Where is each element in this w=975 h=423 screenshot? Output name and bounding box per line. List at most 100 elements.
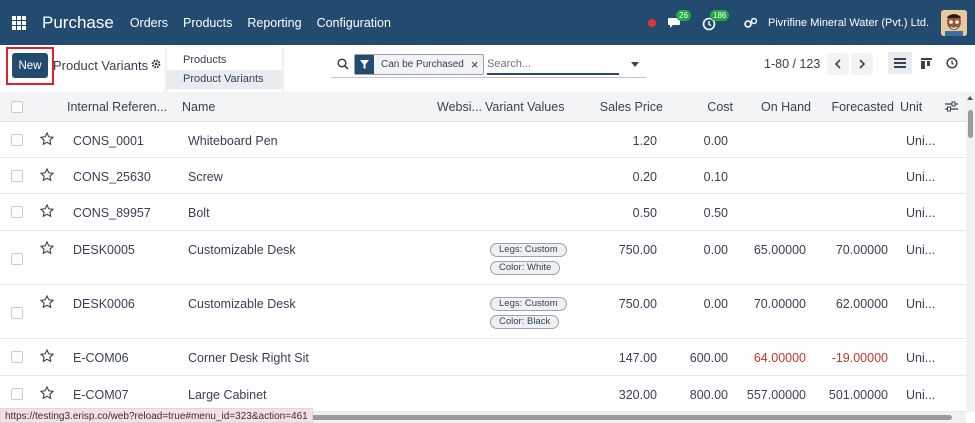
column-internal-reference[interactable]: Internal Referen...	[67, 100, 167, 114]
horizontal-scrollbar-thumb[interactable]	[292, 415, 952, 420]
row-checkbox[interactable]	[11, 206, 23, 218]
new-button-highlight	[6, 47, 54, 85]
company-name[interactable]: Pivrifine Mineral Water (Pvt.) Ltd.	[768, 17, 929, 29]
favorite-star-icon[interactable]	[40, 241, 54, 255]
select-all-checkbox[interactable]	[11, 101, 23, 113]
table-row[interactable]: CONS_25630 Screw 0.20 0.10 Uni...	[0, 158, 966, 194]
cell-on-hand: 64.00000	[753, 351, 806, 365]
cell-on-hand: 557.00000	[746, 388, 806, 402]
search-input-underline	[487, 73, 619, 75]
activity-view-button[interactable]	[940, 52, 964, 74]
cell-forecasted: -19.00000	[831, 351, 888, 365]
variant-value-tag: Color: Black	[490, 315, 560, 329]
pager-previous-button[interactable]	[827, 53, 849, 75]
dropdown-item-products[interactable]: Products	[167, 51, 282, 70]
menu-configuration[interactable]: Configuration	[317, 16, 391, 30]
kanban-view-icon	[920, 57, 932, 69]
kanban-view-button[interactable]	[914, 52, 938, 74]
column-sales-price[interactable]: Sales Price	[600, 100, 663, 114]
table-row[interactable]: CONS_89957 Bolt 0.50 0.50 Uni...	[0, 194, 966, 231]
company-switch-icon[interactable]	[744, 17, 758, 29]
user-avatar[interactable]	[941, 9, 967, 36]
cell-internal-reference: CONS_0001	[73, 134, 144, 148]
menu-orders[interactable]: Orders	[130, 16, 168, 30]
column-unit[interactable]: Unit	[900, 100, 922, 114]
favorite-star-icon[interactable]	[40, 132, 54, 146]
search-options-toggle-icon[interactable]	[631, 62, 639, 67]
messages-button[interactable]: 26	[668, 9, 691, 31]
activities-button[interactable]: 186	[702, 9, 730, 31]
row-checkbox[interactable]	[11, 351, 23, 363]
row-checkbox[interactable]	[11, 307, 23, 319]
list-view-button[interactable]	[888, 52, 912, 74]
row-checkbox[interactable]	[11, 388, 23, 400]
cell-sales-price: 0.50	[632, 206, 657, 220]
cell-sales-price: 320.00	[618, 388, 657, 402]
vertical-scrollbar-thumb[interactable]	[968, 110, 973, 138]
top-navbar: Purchase Orders Products Reporting Confi…	[0, 0, 975, 45]
cell-forecasted: 70.00000	[835, 243, 888, 257]
table-row[interactable]: CONS_0001 Whiteboard Pen 1.20 0.00 Uni...	[0, 122, 966, 158]
cell-on-hand: 65.00000	[753, 243, 806, 257]
dropdown-item-product-variants[interactable]: Product Variants	[167, 70, 282, 89]
column-forecasted[interactable]: Forecasted	[831, 100, 894, 114]
favorite-star-icon[interactable]	[40, 349, 54, 363]
row-checkbox[interactable]	[11, 134, 23, 146]
pager-next-button[interactable]	[851, 53, 873, 75]
cell-unit: Uni...	[906, 388, 936, 402]
cell-cost: 0.50	[703, 206, 728, 220]
favorite-star-icon[interactable]	[40, 295, 54, 309]
messages-badge: 26	[676, 9, 691, 21]
row-checkbox[interactable]	[11, 170, 23, 182]
vertical-scrollbar[interactable]	[966, 92, 975, 412]
cell-internal-reference: E-COM06	[73, 351, 129, 365]
variant-value-tag: Legs: Custom	[490, 243, 567, 257]
favorite-star-icon[interactable]	[40, 386, 54, 400]
scroll-up-arrow-icon[interactable]	[967, 96, 973, 100]
products-menu-dropdown: Products Product Variants	[167, 47, 282, 93]
cell-name: Customizable Desk	[188, 297, 296, 311]
search-icon[interactable]	[337, 58, 349, 70]
chevron-left-icon	[834, 59, 841, 69]
status-bar-url: https://testing3.erisp.co/web?reload=tru…	[0, 408, 313, 423]
search-bar: Can be Purchased ×	[331, 53, 646, 78]
search-input[interactable]	[487, 54, 617, 74]
cell-internal-reference: CONS_89957	[73, 206, 151, 220]
optional-columns-icon[interactable]	[945, 101, 958, 112]
table-row[interactable]: E-COM07 Large Cabinet 320.00 800.00 557.0000…	[0, 376, 966, 412]
menu-reporting[interactable]: Reporting	[247, 16, 301, 30]
facet-remove-icon[interactable]: ×	[471, 55, 484, 74]
cell-name: Bolt	[188, 206, 210, 220]
cell-unit: Uni...	[906, 297, 936, 311]
cell-unit: Uni...	[906, 243, 936, 257]
apps-grid-icon[interactable]	[12, 15, 26, 30]
pager-value[interactable]: 1-80 / 123	[764, 57, 820, 71]
column-on-hand[interactable]: On Hand	[761, 100, 811, 114]
cell-unit: Uni...	[906, 170, 936, 184]
table-row[interactable]: DESK0005 Customizable Desk Legs: Custom Col…	[0, 231, 966, 285]
column-cost[interactable]: Cost	[707, 100, 733, 114]
menu-products[interactable]: Products	[183, 16, 232, 30]
main-menu: Orders Products Reporting Configuration	[130, 16, 406, 30]
cell-internal-reference: DESK0006	[73, 297, 135, 311]
gear-icon[interactable]	[151, 59, 161, 69]
table-row[interactable]: DESK0006 Customizable Desk Legs: Custom Col…	[0, 285, 966, 339]
recording-dot-icon[interactable]	[648, 18, 657, 27]
cell-unit: Uni...	[906, 206, 936, 220]
favorite-star-icon[interactable]	[40, 204, 54, 218]
table-row[interactable]: E-COM06 Corner Desk Right Sit 147.00 600.00…	[0, 339, 966, 376]
cell-sales-price: 1.20	[632, 134, 657, 148]
cell-forecasted: 62.00000	[835, 297, 888, 311]
column-variant-values[interactable]: Variant Values	[485, 100, 564, 114]
favorite-star-icon[interactable]	[40, 168, 54, 182]
filter-icon	[355, 55, 374, 74]
cell-sales-price: 0.20	[632, 170, 657, 184]
row-checkbox[interactable]	[11, 253, 23, 265]
app-name[interactable]: Purchase	[42, 13, 114, 33]
cell-on-hand: 70.00000	[753, 297, 806, 311]
cell-sales-price: 147.00	[618, 351, 657, 365]
cell-name: Large Cabinet	[188, 388, 267, 402]
navbar-systray: 26 186 Pivrifine Mineral Water (Pvt.) Lt…	[648, 0, 967, 45]
column-name[interactable]: Name	[182, 100, 215, 114]
column-website[interactable]: Websi...	[437, 100, 482, 114]
